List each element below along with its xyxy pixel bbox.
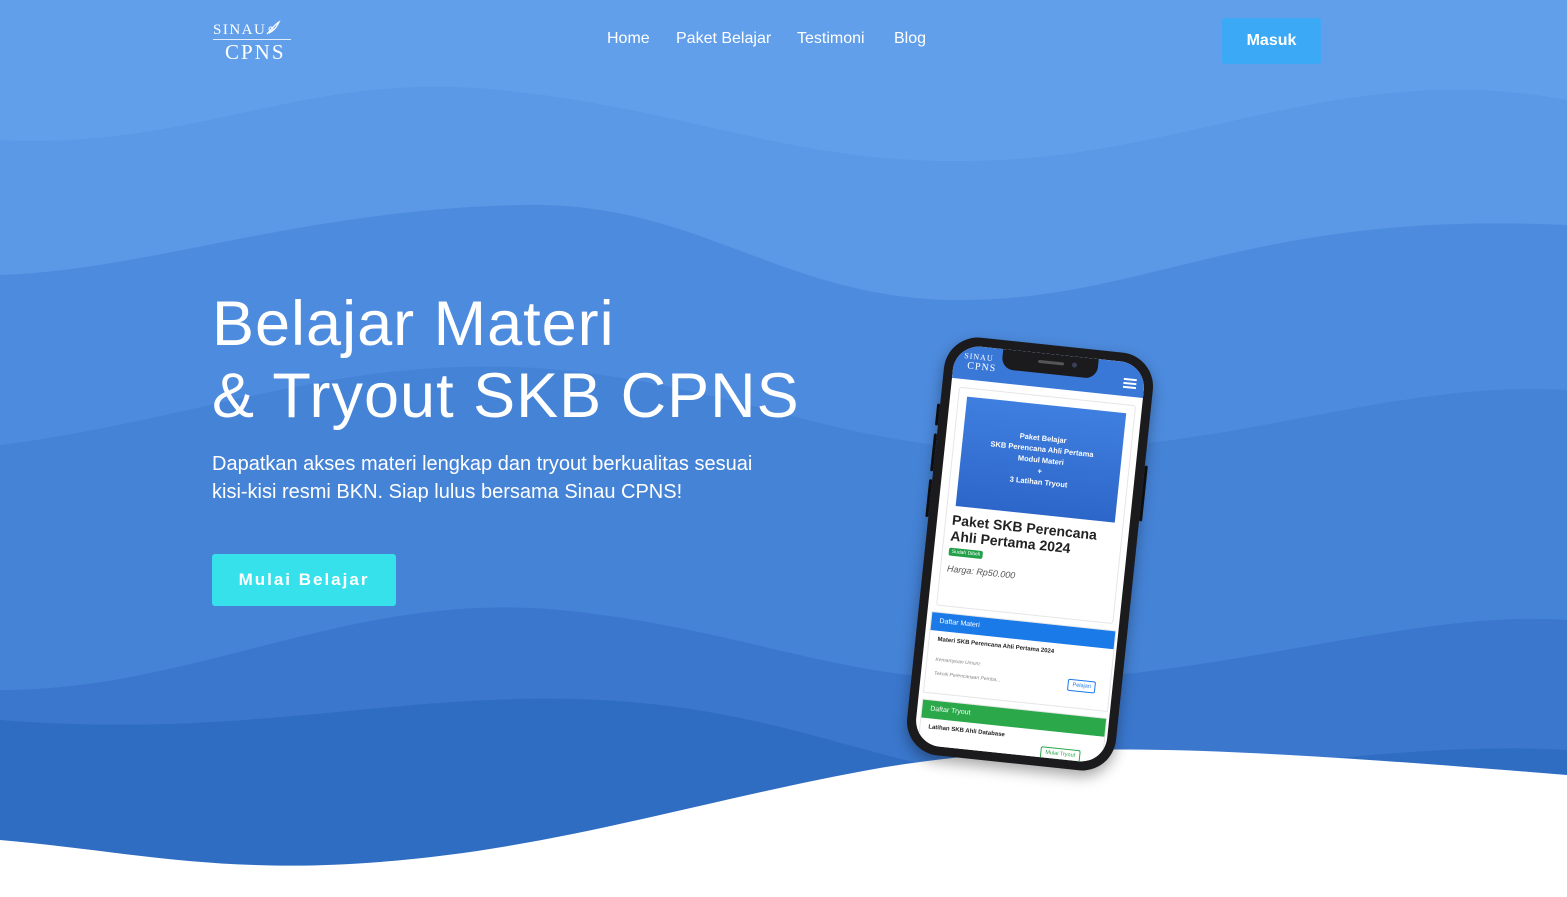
screen-logo-bottom: CPNS [966, 360, 997, 375]
hamburger-menu-icon [1122, 377, 1137, 389]
nav-blog[interactable]: Blog [894, 30, 926, 48]
phone-screen: SINAU CPNS Paket Belajar SKB Perencana A… [913, 344, 1147, 764]
start-tryout-button: Mulai Tryout [1039, 746, 1081, 763]
camera-icon [1071, 362, 1078, 368]
tryout-item-title: Latihan SKB Ahli Database [928, 724, 1006, 739]
hero-title: Belajar Materi & Tryout SKB CPNS [212, 288, 852, 432]
package-card: Paket Belajar SKB Perencana Ahli Pertama… [936, 386, 1137, 625]
hero-subtitle-line-1: Dapatkan akses materi lengkap dan tryout… [212, 453, 753, 475]
purchased-badge: Sudah Dibeli [948, 547, 984, 560]
phone-mockup: SINAU CPNS Paket Belajar SKB Perencana A… [903, 334, 1157, 774]
learn-button: Pelajari [1066, 678, 1097, 694]
materi-item-sub: Kemampuan Umum: [935, 656, 982, 668]
main-nav: Home Paket Belajar Testimoni Blog [0, 30, 1567, 52]
login-button[interactable]: Masuk [1222, 18, 1321, 64]
nav-home[interactable]: Home [607, 30, 650, 48]
hero-background-waves [0, 0, 1567, 897]
materi-item-sub: Teknik Perencanaan Pemba... [933, 670, 1001, 684]
hero-subtitle-line-2: kisi-kisi resmi BKN. Siap lulus bersama … [212, 481, 683, 503]
hero-title-line-1: Belajar Materi [212, 289, 615, 359]
nav-testimoni[interactable]: Testimoni [797, 30, 865, 48]
speaker-grille [1038, 359, 1065, 366]
materi-list: Daftar Materi Materi SKB Perencana Ahli … [922, 611, 1117, 713]
hero-title-line-2: & Tryout SKB CPNS [212, 361, 800, 431]
start-learning-button[interactable]: Mulai Belajar [212, 554, 396, 606]
package-price: Harga: Rp50.000 [946, 563, 1016, 581]
nav-paket-belajar[interactable]: Paket Belajar [676, 30, 771, 48]
hero-subtitle: Dapatkan akses materi lengkap dan tryout… [212, 450, 852, 506]
screen-logo: SINAU CPNS [963, 351, 998, 374]
package-banner: Paket Belajar SKB Perencana Ahli Pertama… [955, 396, 1127, 523]
phone-body: SINAU CPNS Paket Belajar SKB Perencana A… [903, 334, 1157, 774]
